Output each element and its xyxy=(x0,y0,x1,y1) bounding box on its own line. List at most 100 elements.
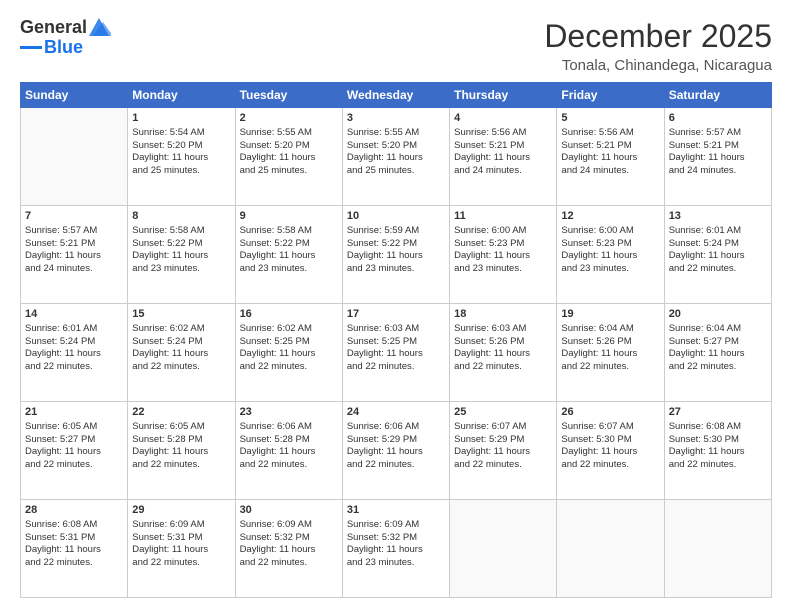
day-number: 6 xyxy=(669,111,767,126)
day-number: 2 xyxy=(240,111,338,126)
day-number: 3 xyxy=(347,111,445,126)
day-info-line: Daylight: 11 hours xyxy=(132,152,230,165)
day-info-line: Sunset: 5:21 PM xyxy=(25,238,123,251)
calendar-day-cell: 16Sunrise: 6:02 AMSunset: 5:25 PMDayligh… xyxy=(235,304,342,402)
calendar-day-cell: 8Sunrise: 5:58 AMSunset: 5:22 PMDaylight… xyxy=(128,206,235,304)
day-info-line: and 24 minutes. xyxy=(669,165,767,178)
day-info-line: Sunset: 5:22 PM xyxy=(240,238,338,251)
day-info-line: and 22 minutes. xyxy=(132,557,230,570)
day-info-line: Sunrise: 5:58 AM xyxy=(240,225,338,238)
day-info-line: and 22 minutes. xyxy=(454,459,552,472)
day-info-line: Daylight: 11 hours xyxy=(240,348,338,361)
calendar-day-cell: 11Sunrise: 6:00 AMSunset: 5:23 PMDayligh… xyxy=(450,206,557,304)
day-info-line: Daylight: 11 hours xyxy=(454,446,552,459)
weekday-header-cell: Sunday xyxy=(21,83,128,108)
day-info-line: Daylight: 11 hours xyxy=(561,250,659,263)
day-info-line: and 22 minutes. xyxy=(669,459,767,472)
calendar-week-row: 14Sunrise: 6:01 AMSunset: 5:24 PMDayligh… xyxy=(21,304,772,402)
day-info-line: and 22 minutes. xyxy=(240,459,338,472)
calendar-day-cell: 22Sunrise: 6:05 AMSunset: 5:28 PMDayligh… xyxy=(128,402,235,500)
weekday-header-row: SundayMondayTuesdayWednesdayThursdayFrid… xyxy=(21,83,772,108)
calendar-day-cell: 18Sunrise: 6:03 AMSunset: 5:26 PMDayligh… xyxy=(450,304,557,402)
calendar-week-row: 1Sunrise: 5:54 AMSunset: 5:20 PMDaylight… xyxy=(21,108,772,206)
day-info-line: Sunrise: 5:55 AM xyxy=(240,127,338,140)
day-number: 24 xyxy=(347,405,445,420)
calendar-day-cell: 30Sunrise: 6:09 AMSunset: 5:32 PMDayligh… xyxy=(235,500,342,598)
day-info-line: Sunset: 5:32 PM xyxy=(347,532,445,545)
day-number: 23 xyxy=(240,405,338,420)
day-info-line: Sunset: 5:28 PM xyxy=(240,434,338,447)
day-info-line: Daylight: 11 hours xyxy=(132,544,230,557)
calendar-day-cell xyxy=(450,500,557,598)
day-info-line: and 24 minutes. xyxy=(561,165,659,178)
day-number: 13 xyxy=(669,209,767,224)
calendar-day-cell: 2Sunrise: 5:55 AMSunset: 5:20 PMDaylight… xyxy=(235,108,342,206)
day-info-line: Sunset: 5:26 PM xyxy=(454,336,552,349)
calendar-week-row: 7Sunrise: 5:57 AMSunset: 5:21 PMDaylight… xyxy=(21,206,772,304)
day-info-line: and 22 minutes. xyxy=(25,361,123,374)
calendar-day-cell: 23Sunrise: 6:06 AMSunset: 5:28 PMDayligh… xyxy=(235,402,342,500)
header: General Blue December 2025 Tonala, China… xyxy=(20,18,772,74)
calendar-day-cell: 21Sunrise: 6:05 AMSunset: 5:27 PMDayligh… xyxy=(21,402,128,500)
day-number: 22 xyxy=(132,405,230,420)
day-number: 21 xyxy=(25,405,123,420)
day-info-line: and 22 minutes. xyxy=(561,459,659,472)
day-number: 18 xyxy=(454,307,552,322)
weekday-header-cell: Tuesday xyxy=(235,83,342,108)
day-info-line: Daylight: 11 hours xyxy=(561,152,659,165)
day-info-line: Daylight: 11 hours xyxy=(347,348,445,361)
calendar-table: SundayMondayTuesdayWednesdayThursdayFrid… xyxy=(20,82,772,598)
calendar-day-cell: 25Sunrise: 6:07 AMSunset: 5:29 PMDayligh… xyxy=(450,402,557,500)
day-info-line: Sunrise: 6:09 AM xyxy=(240,519,338,532)
day-info-line: Sunset: 5:22 PM xyxy=(347,238,445,251)
logo-icon xyxy=(89,18,111,36)
day-number: 8 xyxy=(132,209,230,224)
calendar-day-cell: 28Sunrise: 6:08 AMSunset: 5:31 PMDayligh… xyxy=(21,500,128,598)
calendar-day-cell: 3Sunrise: 5:55 AMSunset: 5:20 PMDaylight… xyxy=(342,108,449,206)
day-info-line: Daylight: 11 hours xyxy=(25,544,123,557)
day-info-line: Sunrise: 5:58 AM xyxy=(132,225,230,238)
month-title: December 2025 xyxy=(544,18,772,55)
day-info-line: Sunrise: 6:01 AM xyxy=(25,323,123,336)
calendar-day-cell: 19Sunrise: 6:04 AMSunset: 5:26 PMDayligh… xyxy=(557,304,664,402)
day-info-line: Daylight: 11 hours xyxy=(347,250,445,263)
day-number: 4 xyxy=(454,111,552,126)
day-info-line: Daylight: 11 hours xyxy=(454,250,552,263)
logo-blue-text: Blue xyxy=(44,37,83,58)
day-info-line: Daylight: 11 hours xyxy=(25,250,123,263)
day-info-line: Daylight: 11 hours xyxy=(669,152,767,165)
weekday-header-cell: Wednesday xyxy=(342,83,449,108)
day-info-line: Daylight: 11 hours xyxy=(561,446,659,459)
day-info-line: Sunrise: 5:57 AM xyxy=(25,225,123,238)
day-info-line: Daylight: 11 hours xyxy=(240,250,338,263)
day-info-line: and 23 minutes. xyxy=(347,557,445,570)
calendar-day-cell: 13Sunrise: 6:01 AMSunset: 5:24 PMDayligh… xyxy=(664,206,771,304)
day-info-line: Sunset: 5:31 PM xyxy=(132,532,230,545)
day-info-line: Daylight: 11 hours xyxy=(240,446,338,459)
day-info-line: Sunset: 5:23 PM xyxy=(454,238,552,251)
day-info-line: Sunset: 5:24 PM xyxy=(132,336,230,349)
day-number: 27 xyxy=(669,405,767,420)
day-info-line: Sunset: 5:22 PM xyxy=(132,238,230,251)
calendar-week-row: 21Sunrise: 6:05 AMSunset: 5:27 PMDayligh… xyxy=(21,402,772,500)
day-info-line: Sunset: 5:21 PM xyxy=(454,140,552,153)
day-info-line: and 24 minutes. xyxy=(25,263,123,276)
day-info-line: Sunset: 5:21 PM xyxy=(669,140,767,153)
day-info-line: Sunset: 5:21 PM xyxy=(561,140,659,153)
day-info-line: Sunrise: 6:02 AM xyxy=(132,323,230,336)
calendar-day-cell: 31Sunrise: 6:09 AMSunset: 5:32 PMDayligh… xyxy=(342,500,449,598)
calendar-day-cell xyxy=(557,500,664,598)
calendar-day-cell: 5Sunrise: 5:56 AMSunset: 5:21 PMDaylight… xyxy=(557,108,664,206)
day-info-line: Sunrise: 6:04 AM xyxy=(669,323,767,336)
day-info-line: Sunrise: 6:01 AM xyxy=(669,225,767,238)
day-info-line: Sunset: 5:25 PM xyxy=(347,336,445,349)
day-info-line: Sunset: 5:26 PM xyxy=(561,336,659,349)
day-info-line: Sunrise: 5:54 AM xyxy=(132,127,230,140)
day-info-line: Sunset: 5:32 PM xyxy=(240,532,338,545)
day-number: 11 xyxy=(454,209,552,224)
calendar-day-cell: 29Sunrise: 6:09 AMSunset: 5:31 PMDayligh… xyxy=(128,500,235,598)
day-info-line: Daylight: 11 hours xyxy=(454,152,552,165)
day-info-line: Sunset: 5:29 PM xyxy=(454,434,552,447)
day-info-line: Sunset: 5:20 PM xyxy=(132,140,230,153)
day-info-line: and 24 minutes. xyxy=(454,165,552,178)
